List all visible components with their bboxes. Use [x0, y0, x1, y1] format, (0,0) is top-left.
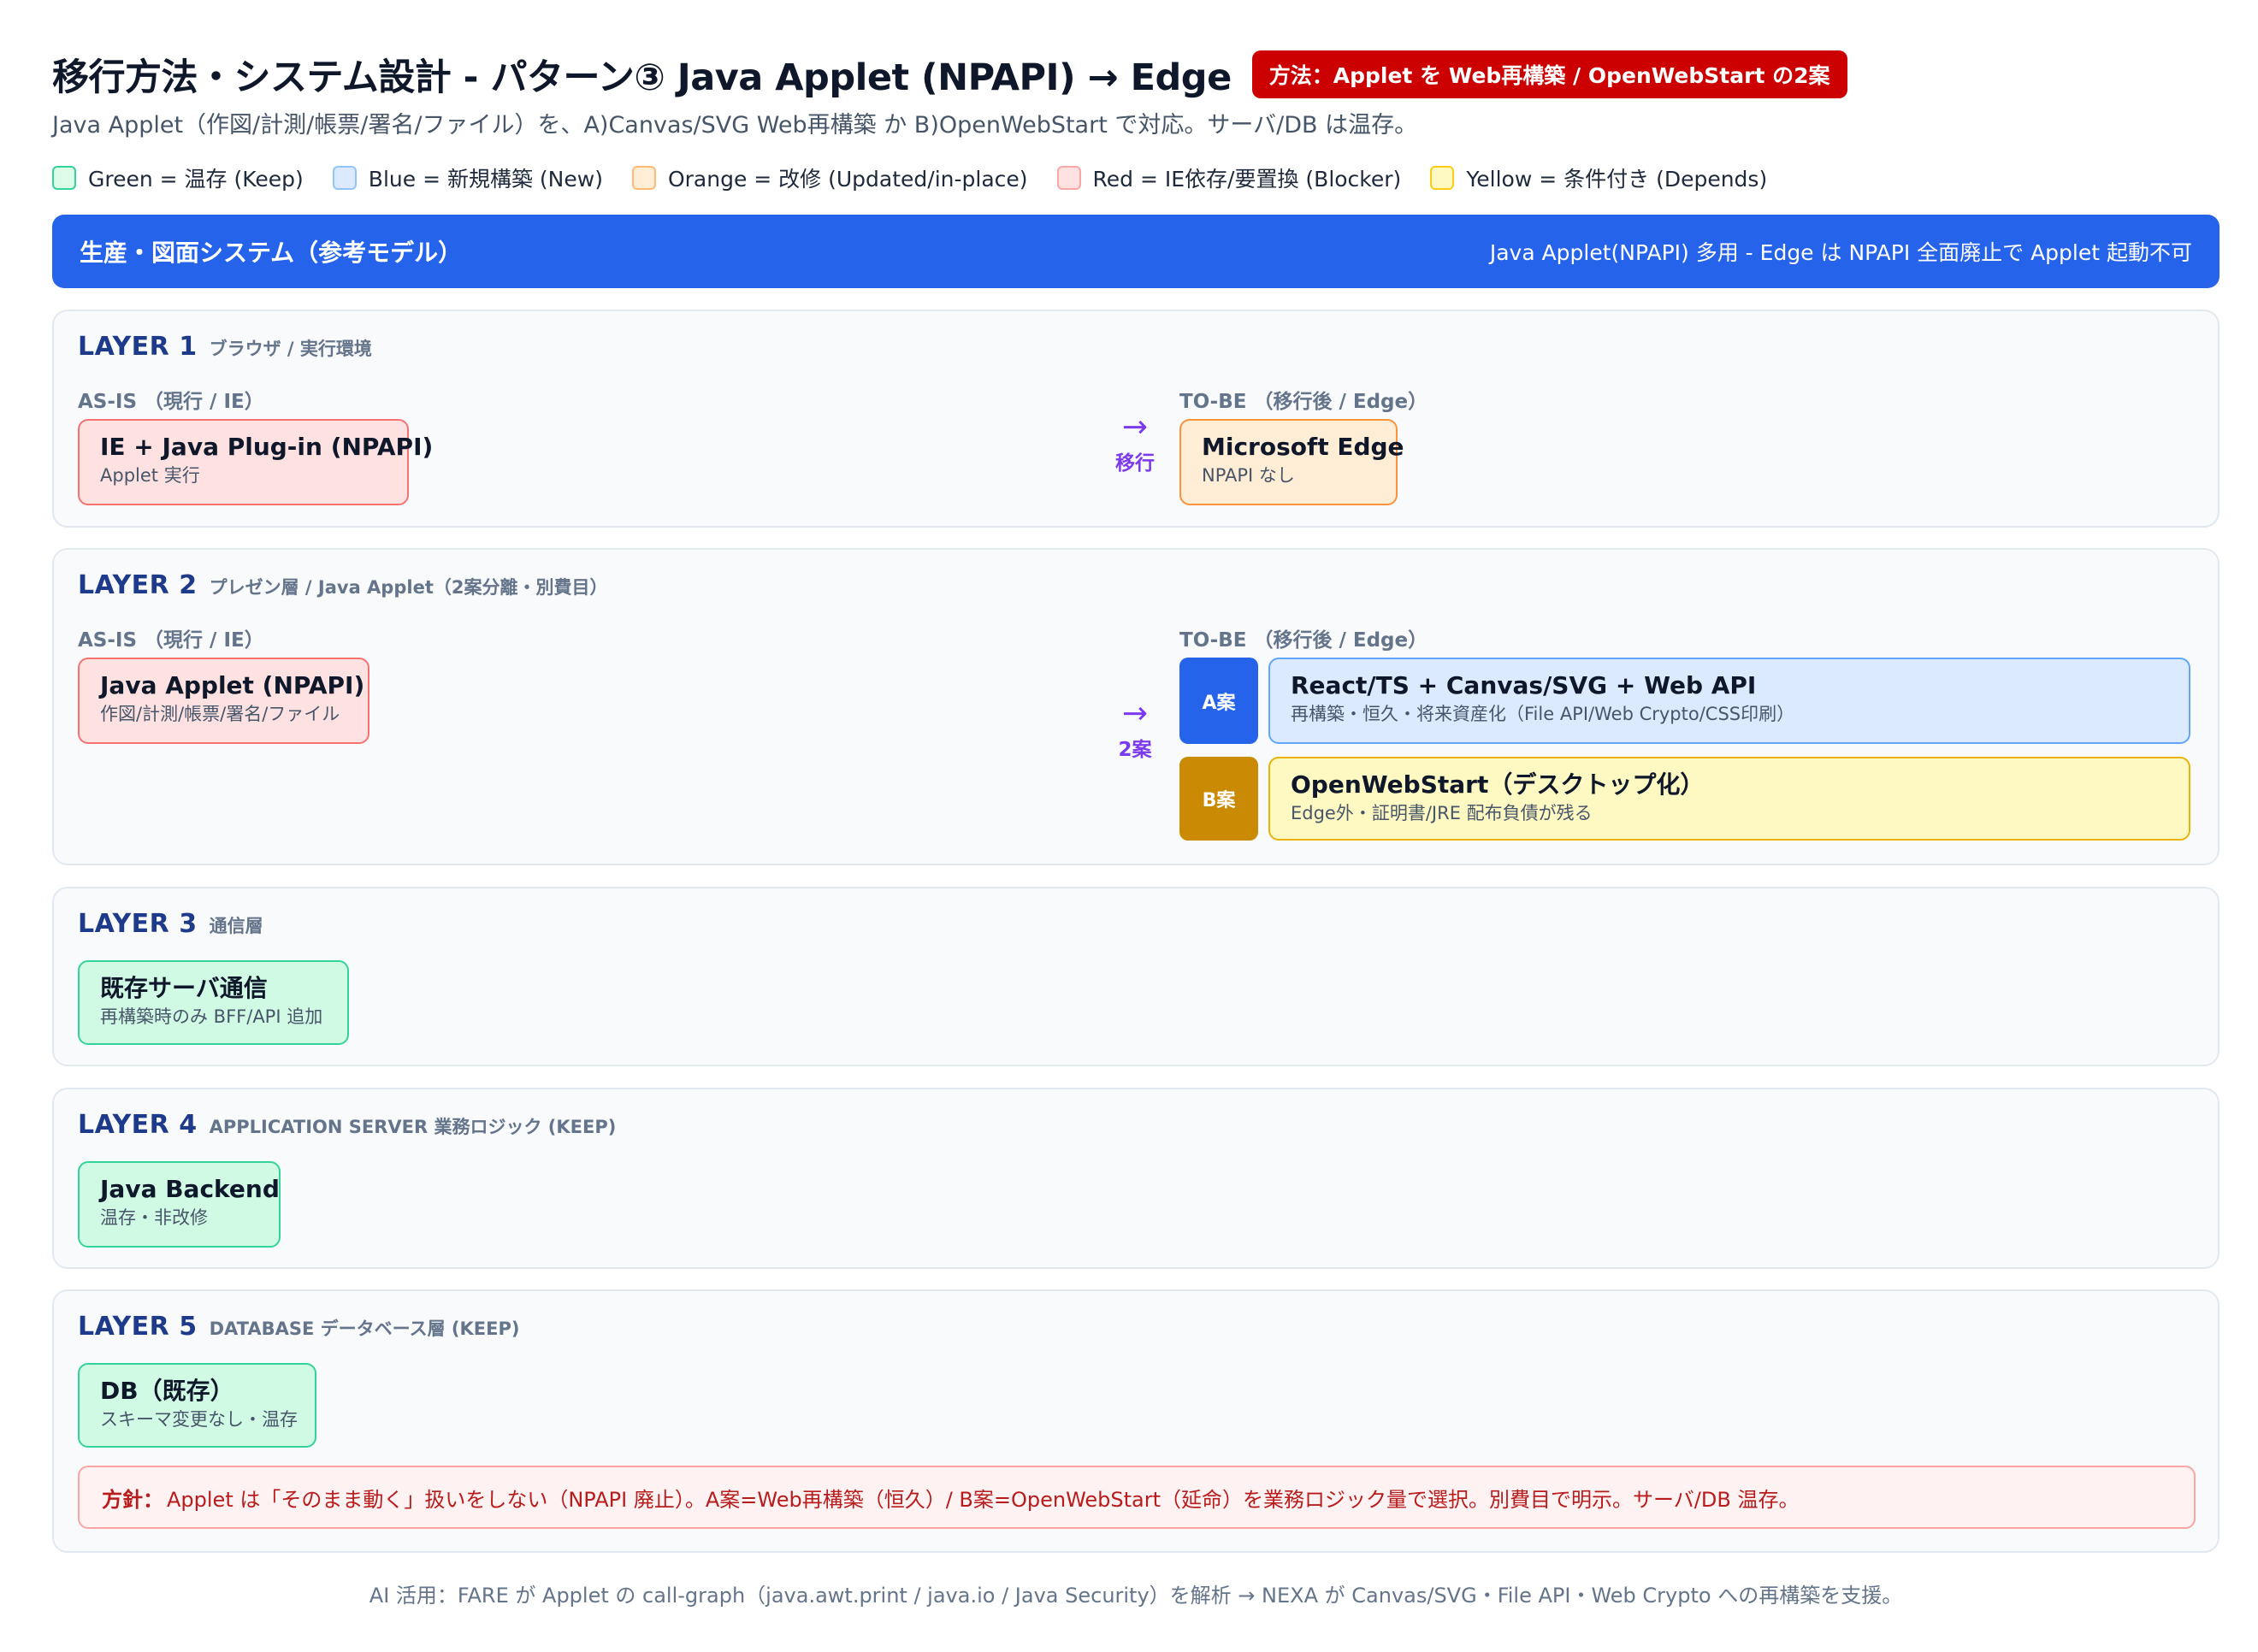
- legend-item-yellow: Yellow = 条件付き (Depends): [1430, 162, 1767, 193]
- server-communication-node: 既存サーバ通信 再構築時のみ BFF/API 追加: [78, 960, 349, 1045]
- node-subtitle: Edge外・証明書/JRE 配布負債が残る: [1291, 803, 1593, 823]
- layer-4-card: LAYER 4 APPLICATION SERVER 業務ロジック (KEEP)…: [52, 1088, 2220, 1269]
- footer-note: AI 活用：FARE が Applet の call-graph（java.aw…: [369, 1584, 1903, 1608]
- layer-2-options-arrow: → 2案: [1101, 699, 1169, 762]
- legend-swatch-green: [52, 166, 76, 190]
- layer-3-number: LAYER 3: [78, 909, 198, 939]
- right-arrow-icon: →: [1121, 696, 1149, 731]
- layer-4-number: LAYER 4: [78, 1110, 198, 1140]
- ie-java-plugin-node: IE + Java Plug-in (NPAPI) Applet 実行: [78, 419, 434, 505]
- legend: Green = 温存 (Keep) Blue = 新規構築 (New) Oran…: [52, 162, 1767, 193]
- node-subtitle: 再構築時のみ BFF/API 追加: [100, 1006, 323, 1027]
- legend-item-green: Green = 温存 (Keep): [52, 162, 304, 193]
- layer-3-header: LAYER 3 通信層: [78, 909, 263, 939]
- layer-3-card: LAYER 3 通信層 既存サーバ通信 再構築時のみ BFF/API 追加: [52, 887, 2220, 1066]
- node-subtitle: 温存・非改修: [100, 1207, 208, 1228]
- layer-2-number: LAYER 2: [78, 570, 198, 600]
- legend-label-green: Green = 温存 (Keep): [88, 167, 304, 192]
- legend-item-orange: Orange = 改修 (Updated/in-place): [631, 162, 1028, 193]
- option-a-tag: A案: [1179, 658, 1258, 744]
- arrow-label: 2案: [1118, 739, 1152, 761]
- node-title: IE + Java Plug-in (NPAPI): [100, 433, 434, 461]
- layer-1-migration-arrow: → 移行: [1101, 412, 1169, 475]
- node-title: DB（既存）: [100, 1377, 234, 1405]
- layer-2-to-be-label: TO-BE （移行後 / Edge）: [1179, 629, 1428, 652]
- layer-2-description: プレゼン層 / Java Applet（2案分離・別費目）: [209, 577, 608, 598]
- legend-label-orange: Orange = 改修 (Updated/in-place): [667, 167, 1028, 192]
- java-applet-node: Java Applet (NPAPI) 作図/計測/帳票/署名/ファイル: [78, 658, 369, 744]
- node-title: Microsoft Edge: [1202, 433, 1404, 461]
- layer-1-card: LAYER 1 ブラウザ / 実行環境 AS-IS （現行 / IE） TO-B…: [52, 310, 2220, 528]
- legend-label-yellow: Yellow = 条件付き (Depends): [1466, 167, 1768, 192]
- node-subtitle: 作図/計測/帳票/署名/ファイル: [100, 704, 340, 724]
- layer-5-description: DATABASE データベース層 (KEEP): [209, 1319, 520, 1339]
- method-badge: 方法：Applet を Web再構築 / OpenWebStart の2案: [1251, 50, 1847, 98]
- layer-5-card: LAYER 5 DATABASE データベース層 (KEEP) DB（既存） ス…: [52, 1289, 2220, 1553]
- legend-swatch-red: [1056, 166, 1081, 190]
- system-note: Java Applet(NPAPI) 多用 - Edge は NPAPI 全面廃…: [1489, 240, 2192, 265]
- node-subtitle: スキーマ変更なし・温存: [100, 1409, 298, 1430]
- node-subtitle: 再構築・恒久・将来資産化（File API/Web Crypto/CSS印刷）: [1291, 704, 1795, 724]
- java-backend-node: Java Backend 温存・非改修: [78, 1161, 281, 1248]
- layer-5-header: LAYER 5 DATABASE データベース層 (KEEP): [78, 1312, 519, 1342]
- legend-label-blue: Blue = 新規構築 (New): [368, 167, 603, 192]
- node-subtitle: Applet 実行: [100, 465, 200, 486]
- arrow-label: 移行: [1115, 452, 1155, 475]
- node-title: React/TS + Canvas/SVG + Web API: [1291, 671, 1757, 699]
- layer-2-as-is-label: AS-IS （現行 / IE）: [78, 629, 264, 652]
- node-subtitle: NPAPI なし: [1202, 465, 1295, 486]
- microsoft-edge-node: Microsoft Edge NPAPI なし: [1179, 419, 1404, 505]
- layer-2-card: LAYER 2 プレゼン層 / Java Applet（2案分離・別費目） AS…: [52, 548, 2220, 865]
- legend-swatch-orange: [631, 166, 656, 190]
- policy-note: 方針： Applet は「そのまま動く」扱いをしない（NPAPI 廃止）。A案=…: [78, 1466, 2196, 1529]
- node-title: 既存サーバ通信: [100, 974, 268, 1002]
- layer-3-description: 通信層: [209, 916, 263, 936]
- policy-text: Applet は「そのまま動く」扱いをしない（NPAPI 廃止）。A案=Web再…: [167, 1487, 1800, 1512]
- option-b-openwebstart-node: OpenWebStart（デスクトップ化） Edge外・証明書/JRE 配布負債…: [1268, 757, 2190, 841]
- option-a-web-rebuild-node: React/TS + Canvas/SVG + Web API 再構築・恒久・将…: [1268, 658, 2190, 744]
- policy-label: 方針：: [102, 1487, 163, 1512]
- legend-item-blue: Blue = 新規構築 (New): [332, 162, 603, 193]
- node-title: Java Backend: [100, 1175, 280, 1203]
- layer-1-number: LAYER 1: [78, 332, 198, 362]
- page-title: 移行方法・システム設計 - パターン③ Java Applet (NPAPI) …: [52, 56, 1232, 99]
- layer-5-number: LAYER 5: [78, 1312, 198, 1342]
- legend-label-red: Red = IE依存/要置換 (Blocker): [1092, 167, 1402, 192]
- page-subtitle: Java Applet（作図/計測/帳票/署名/ファイル）を、A)Canvas/…: [52, 112, 1418, 139]
- system-banner: 生産・図面システム（参考モデル） Java Applet(NPAPI) 多用 -…: [52, 215, 2220, 288]
- system-title: 生産・図面システム（参考モデル）: [80, 239, 463, 267]
- legend-swatch-blue: [332, 166, 357, 190]
- layer-1-as-is-label: AS-IS （現行 / IE）: [78, 391, 264, 413]
- node-title: OpenWebStart（デスクトップ化）: [1291, 770, 1705, 799]
- legend-item-red: Red = IE依存/要置換 (Blocker): [1056, 162, 1402, 193]
- database-node: DB（既存） スキーマ変更なし・温存: [78, 1363, 316, 1448]
- option-b-tag: B案: [1179, 757, 1258, 841]
- layer-1-to-be-label: TO-BE （移行後 / Edge）: [1179, 391, 1428, 413]
- layer-4-header: LAYER 4 APPLICATION SERVER 業務ロジック (KEEP): [78, 1110, 616, 1140]
- layer-2-header: LAYER 2 プレゼン層 / Java Applet（2案分離・別費目）: [78, 570, 607, 600]
- legend-swatch-yellow: [1430, 166, 1455, 190]
- node-title: Java Applet (NPAPI): [100, 671, 365, 699]
- layer-1-description: ブラウザ / 実行環境: [209, 339, 372, 359]
- title-row: 移行方法・システム設計 - パターン③ Java Applet (NPAPI) …: [52, 48, 1847, 101]
- layer-4-description: APPLICATION SERVER 業務ロジック (KEEP): [209, 1117, 617, 1137]
- layer-1-header: LAYER 1 ブラウザ / 実行環境: [78, 332, 372, 362]
- right-arrow-icon: →: [1121, 410, 1149, 445]
